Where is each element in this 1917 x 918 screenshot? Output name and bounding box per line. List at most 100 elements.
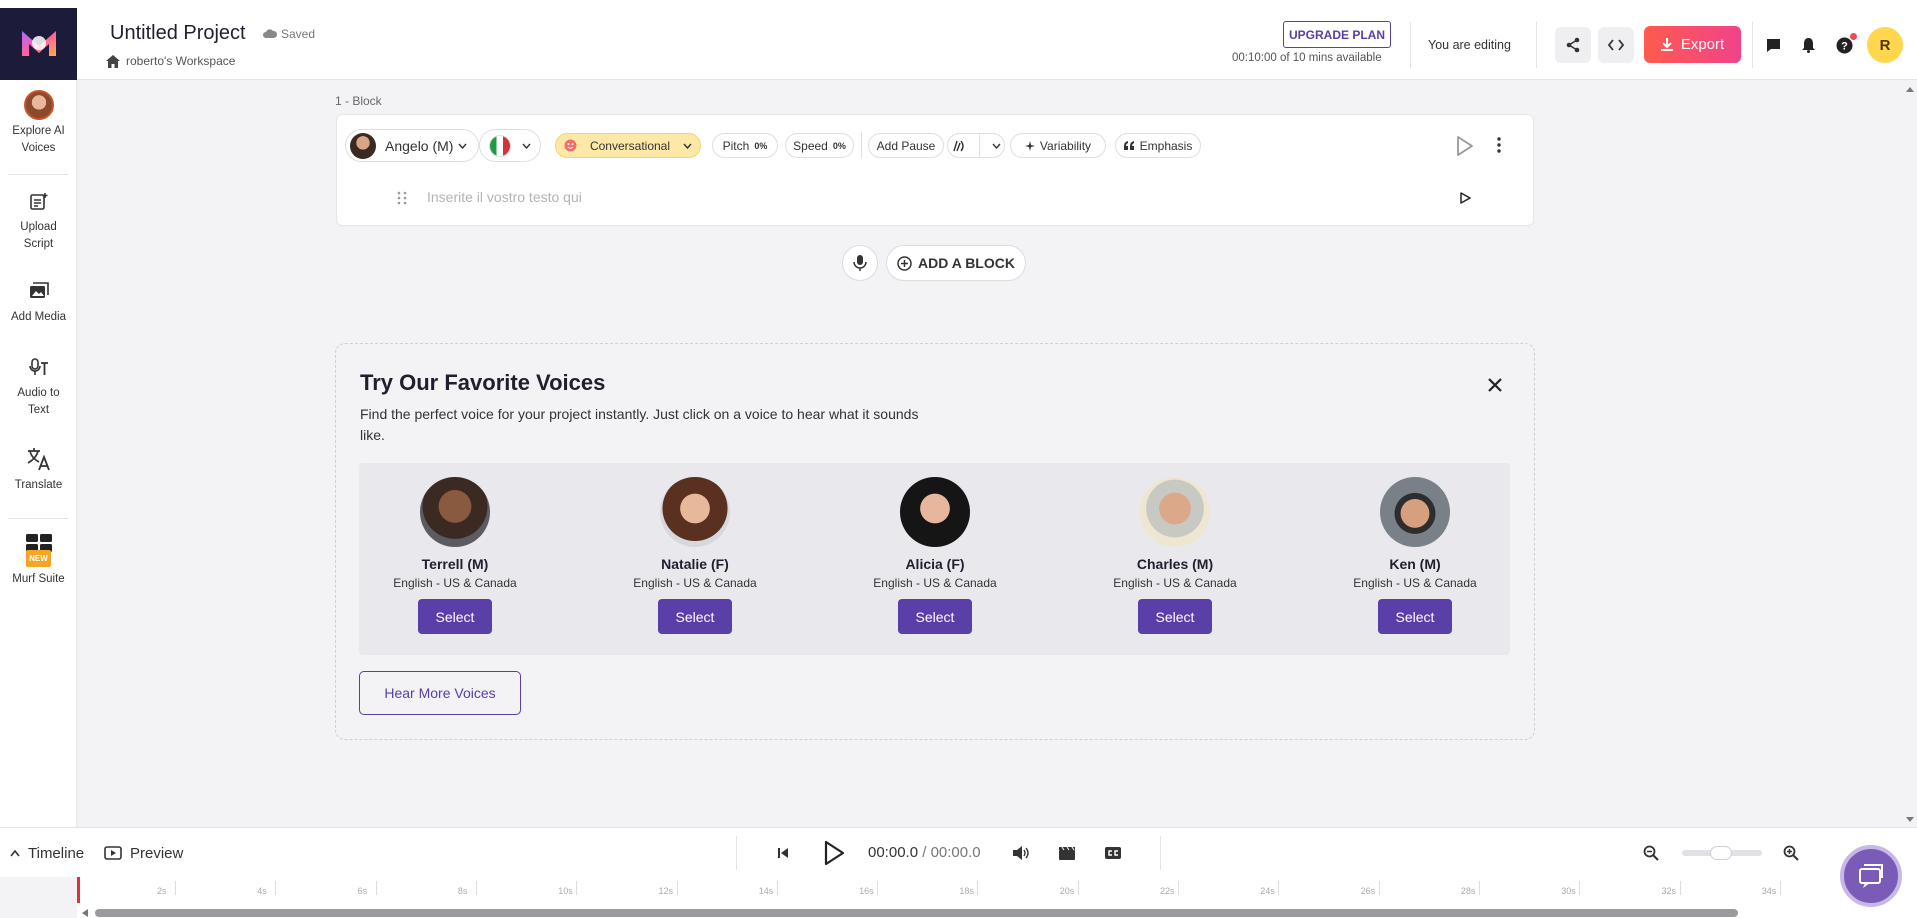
voice-card[interactable]: Ken (M) English - US & Canada Select bbox=[1325, 477, 1505, 634]
hear-more-voices-button[interactable]: Hear More Voices bbox=[359, 671, 521, 715]
divider bbox=[1536, 22, 1537, 68]
kebab-menu-icon bbox=[1497, 137, 1501, 153]
current-time: 00:00.0 bbox=[868, 844, 919, 861]
timeline-toggle[interactable]: Timeline bbox=[10, 828, 84, 878]
select-voice-button[interactable]: Select bbox=[658, 599, 732, 634]
zoom-slider-handle[interactable] bbox=[1710, 846, 1732, 860]
pitch-label: Pitch bbox=[722, 138, 750, 153]
variability-button[interactable]: Variability bbox=[1010, 133, 1106, 158]
emphasis-button[interactable]: Emphasis bbox=[1115, 133, 1201, 158]
record-button[interactable] bbox=[842, 245, 878, 281]
select-voice-button[interactable]: Select bbox=[1138, 599, 1212, 634]
skip-back-button[interactable] bbox=[776, 846, 790, 865]
bell-icon[interactable] bbox=[1797, 34, 1819, 56]
emoji-icon bbox=[564, 139, 577, 152]
timeline-tick bbox=[1278, 881, 1280, 895]
project-title[interactable]: Untitled Project bbox=[110, 22, 246, 45]
preview-label: Preview bbox=[130, 844, 184, 862]
media-button[interactable] bbox=[1058, 845, 1076, 866]
zoom-out-button[interactable] bbox=[1643, 845, 1659, 866]
language-selector[interactable] bbox=[479, 129, 541, 162]
playhead[interactable] bbox=[77, 877, 80, 903]
voice-card[interactable]: Alicia (F) English - US & Canada Select bbox=[845, 477, 1025, 634]
timeline-tick bbox=[1178, 881, 1179, 895]
timeline-tick bbox=[475, 881, 477, 895]
sidebar-item-label: Add Media bbox=[11, 311, 66, 323]
voice-language: English - US & Canada bbox=[393, 576, 517, 590]
user-avatar[interactable]: R bbox=[1867, 27, 1903, 63]
play-line-button[interactable] bbox=[1459, 191, 1471, 204]
export-label: Export bbox=[1680, 36, 1725, 53]
horizontal-scrollbar[interactable] bbox=[95, 909, 1738, 917]
voice-language: English - US & Canada bbox=[633, 576, 757, 590]
saved-status: Saved bbox=[263, 27, 315, 41]
workspace-breadcrumb[interactable]: roberto's Workspace bbox=[106, 54, 235, 68]
scroll-left-icon[interactable] bbox=[80, 908, 90, 918]
divider bbox=[1160, 836, 1161, 870]
sidebar-item-upload-script[interactable]: Upload Script bbox=[0, 186, 77, 253]
sidebar-item-label: Translate bbox=[14, 479, 63, 491]
pitch-value: 0% bbox=[754, 140, 768, 151]
voice-name: Natalie (F) bbox=[661, 556, 729, 572]
play-icon bbox=[1457, 136, 1473, 156]
speed-control[interactable]: Speed 0% bbox=[785, 133, 854, 158]
select-voice-button[interactable]: Select bbox=[1378, 599, 1452, 634]
export-button[interactable]: Export bbox=[1644, 26, 1741, 63]
zoom-slider[interactable] bbox=[1682, 846, 1762, 860]
select-voice-button[interactable]: Select bbox=[898, 599, 972, 634]
captions-button[interactable] bbox=[1104, 845, 1122, 866]
script-text-input[interactable]: Inserite il vostro testo qui bbox=[427, 189, 582, 205]
style-selector[interactable]: Conversational bbox=[555, 133, 701, 158]
time-separator: / bbox=[918, 844, 931, 861]
vertical-scrollbar[interactable] bbox=[1903, 82, 1917, 827]
volume-icon bbox=[1013, 846, 1029, 860]
upgrade-plan-button[interactable]: UPGRADE PLAN bbox=[1283, 21, 1391, 48]
close-panel-button[interactable] bbox=[1482, 372, 1508, 398]
voice-selector[interactable]: Angelo (M) bbox=[345, 129, 479, 162]
embed-button[interactable] bbox=[1598, 27, 1634, 63]
voice-card[interactable]: Charles (M) English - US & Canada Select bbox=[1085, 477, 1265, 634]
timeline-tick-label: 8s bbox=[457, 886, 468, 896]
voice-card[interactable]: Terrell (M) English - US & Canada Select bbox=[365, 477, 545, 634]
select-voice-button[interactable]: Select bbox=[418, 599, 492, 634]
translate-icon bbox=[27, 448, 50, 471]
suite-icon bbox=[25, 533, 52, 552]
preview-button[interactable]: Preview bbox=[104, 828, 183, 878]
player-bar: Timeline Preview 00:00.0 / 00:00.0 bbox=[0, 827, 1917, 877]
play-button[interactable] bbox=[822, 840, 846, 871]
murf-logo[interactable] bbox=[0, 8, 77, 80]
timeline-tick bbox=[676, 881, 678, 895]
zoom-in-button[interactable] bbox=[1783, 845, 1799, 866]
voice-card[interactable]: Natalie (F) English - US & Canada Select bbox=[605, 477, 785, 634]
sound-effects-dropdown[interactable] bbox=[947, 133, 1005, 158]
duration: 00:00.0 bbox=[930, 844, 981, 861]
sidebar-item-murf-suite[interactable]: NEW Murf Suite bbox=[0, 532, 77, 588]
timeline-ruler[interactable]: 2s 4s 6s 8s 10s 12s 14s 16s 18s 20s 22s 24s 26s 28s 30… bbox=[77, 877, 1917, 918]
add-block-button[interactable]: ADD A BLOCK bbox=[886, 245, 1026, 281]
scroll-down-icon[interactable] bbox=[1903, 815, 1917, 825]
drag-handle-icon[interactable] bbox=[397, 191, 407, 205]
share-button[interactable] bbox=[1555, 27, 1591, 63]
sidebar-item-add-media[interactable]: Add Media bbox=[0, 276, 77, 326]
voice-name: Alicia (F) bbox=[905, 556, 965, 572]
volume-button[interactable] bbox=[1012, 845, 1030, 866]
play-block-button[interactable] bbox=[1453, 135, 1475, 157]
timeline-tick bbox=[375, 881, 377, 895]
top-bar: Untitled Project Saved roberto's Workspa… bbox=[0, 0, 1917, 80]
sidebar-item-explore-ai-voices[interactable]: Explore AI Voices bbox=[0, 90, 77, 157]
comments-icon[interactable] bbox=[1762, 34, 1784, 56]
pitch-control[interactable]: Pitch 0% bbox=[712, 133, 778, 158]
block-more-button[interactable] bbox=[1497, 137, 1507, 157]
add-pause-button[interactable]: Add Pause bbox=[868, 133, 944, 158]
scroll-up-icon[interactable] bbox=[1903, 84, 1917, 94]
sidebar-item-translate[interactable]: Translate bbox=[0, 444, 77, 494]
notification-dot bbox=[1850, 33, 1857, 40]
sidebar-item-audio-to-text[interactable]: Audio to Text bbox=[0, 352, 77, 419]
voice-language: English - US & Canada bbox=[873, 576, 997, 590]
voice-avatar bbox=[1380, 477, 1450, 547]
saved-label: Saved bbox=[281, 27, 316, 41]
chat-support-button[interactable] bbox=[1840, 845, 1902, 907]
timeline-tick-label: 20s bbox=[1059, 886, 1075, 896]
timeline-tick bbox=[576, 881, 578, 895]
timeline-tick-label: 14s bbox=[758, 886, 774, 896]
